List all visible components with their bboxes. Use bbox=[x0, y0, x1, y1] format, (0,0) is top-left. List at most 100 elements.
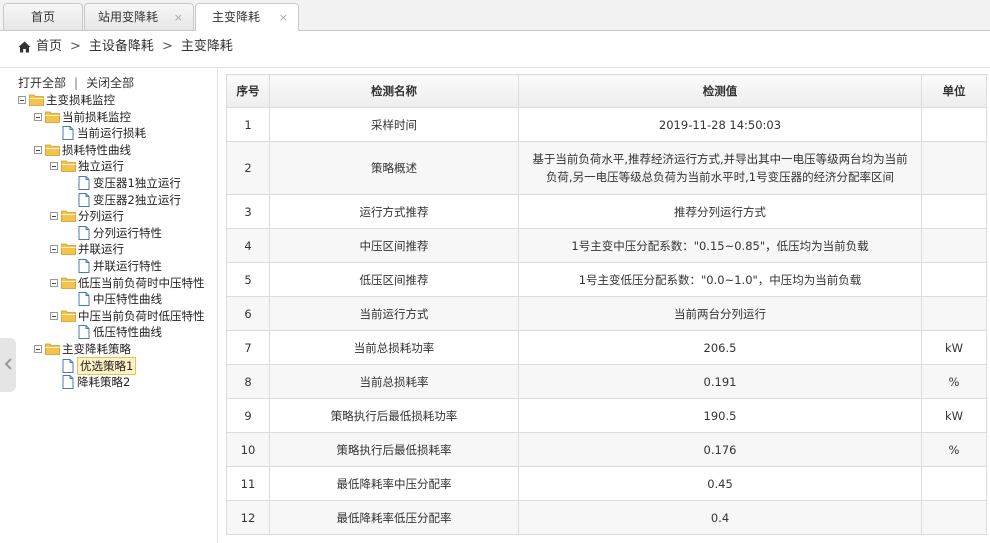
cell-value: 基于当前负荷水平,推荐经济运行方式,并导出其中一电压等级两台均为当前负荷,另一电… bbox=[518, 141, 922, 195]
collapse-toggle-icon[interactable] bbox=[50, 212, 58, 221]
tree-node-label: 损耗特性曲线 bbox=[62, 142, 131, 157]
divider: | bbox=[74, 76, 79, 90]
cell-no: 3 bbox=[226, 194, 270, 229]
home-icon[interactable] bbox=[18, 31, 32, 63]
breadcrumb-main-equipment[interactable]: 主设备降耗 bbox=[89, 39, 154, 54]
cell-no: 12 bbox=[226, 500, 270, 535]
cell-unit: % bbox=[921, 364, 987, 399]
cell-no: 9 bbox=[226, 398, 270, 433]
table-row: 8 当前总损耗率 0.191% bbox=[226, 364, 987, 399]
file-icon bbox=[62, 375, 77, 390]
cell-name: 中压区间推荐 bbox=[269, 228, 519, 263]
cell-unit bbox=[921, 466, 987, 501]
collapse-toggle-icon[interactable] bbox=[34, 345, 42, 353]
cell-value: 0.176 bbox=[518, 432, 922, 467]
folder-icon bbox=[45, 110, 60, 123]
file-icon bbox=[78, 192, 93, 207]
tab-station-transformer[interactable]: 站用变降耗 × bbox=[84, 3, 194, 30]
header-no: 序号 bbox=[226, 74, 270, 108]
collapse-toggle-icon[interactable] bbox=[34, 112, 42, 121]
close-icon[interactable]: × bbox=[279, 4, 288, 31]
cell-value: 0.4 bbox=[518, 500, 922, 535]
close-icon[interactable]: × bbox=[174, 4, 183, 31]
tree-node-label: 分列运行特性 bbox=[93, 225, 162, 240]
breadcrumb-current: 主变降耗 bbox=[180, 39, 233, 54]
collapse-toggle-icon[interactable] bbox=[18, 96, 26, 104]
breadcrumb: 首页 > 主设备降耗 > 主变降耗 bbox=[0, 31, 990, 68]
cell-no: 2 bbox=[226, 141, 270, 195]
cell-unit bbox=[921, 262, 987, 297]
cell-no: 11 bbox=[226, 466, 270, 501]
tab-home[interactable]: 首页 bbox=[3, 3, 83, 30]
cell-unit bbox=[921, 141, 987, 195]
table-row: 3 运行方式推荐 推荐分列运行方式 bbox=[226, 194, 987, 229]
folder-icon bbox=[29, 93, 44, 106]
cell-unit: kW bbox=[921, 398, 987, 433]
folder-icon bbox=[61, 209, 76, 223]
tree-node-label: 降耗策略2 bbox=[77, 375, 131, 390]
cell-value: 1号主变中压分配系数："0.15~0.85"，低压均为当前负载 bbox=[518, 228, 922, 263]
breadcrumb-separator: > bbox=[161, 39, 173, 54]
tree-node-label: 主变降耗策略 bbox=[62, 342, 131, 356]
cell-name: 运行方式推荐 bbox=[269, 194, 519, 229]
folder-icon bbox=[61, 159, 76, 173]
collapse-toggle-icon[interactable] bbox=[50, 245, 58, 254]
table-row: 4 中压区间推荐 1号主变中压分配系数："0.15~0.85"，低压均为当前负载 bbox=[226, 228, 987, 263]
cell-no: 8 bbox=[226, 364, 270, 399]
tree-node-label: 低压当前负荷时中压特性 bbox=[78, 275, 205, 290]
cell-no: 6 bbox=[226, 296, 270, 331]
cell-value: 2019-11-28 14:50:03 bbox=[518, 107, 922, 142]
tree-node-label: 低压特性曲线 bbox=[93, 325, 162, 340]
tab-label: 站用变降耗 bbox=[97, 10, 158, 24]
open-all-link[interactable]: 打开全部 bbox=[18, 76, 66, 90]
table-row: 2 策略概述 基于当前负荷水平,推荐经济运行方式,并导出其中一电压等级两台均为当前负… bbox=[226, 141, 987, 195]
file-icon bbox=[78, 225, 93, 240]
file-icon bbox=[78, 292, 93, 307]
collapse-panel-handle[interactable] bbox=[0, 338, 16, 392]
cell-name: 采样时间 bbox=[269, 107, 519, 142]
file-icon bbox=[62, 126, 77, 141]
cell-value: 当前两台分列运行 bbox=[518, 296, 922, 331]
cell-unit bbox=[921, 228, 987, 263]
close-all-link[interactable]: 关闭全部 bbox=[86, 76, 134, 90]
chevron-left-icon bbox=[4, 358, 12, 370]
table-row: 12 最低降耗率低压分配率 0.4 bbox=[226, 500, 987, 535]
tab-main-transformer[interactable]: 主变降耗 × bbox=[195, 3, 299, 31]
tree-node-label: 变压器1独立运行 bbox=[93, 176, 181, 190]
cell-value: 0.191 bbox=[518, 364, 922, 399]
cell-name: 当前总损耗率 bbox=[269, 364, 519, 399]
table-row: 9 策略执行后最低损耗功率 190.5 kW bbox=[226, 398, 987, 433]
folder-icon bbox=[61, 276, 76, 289]
collapse-toggle-icon[interactable] bbox=[34, 145, 42, 154]
tree-node-label: 优选策略1 bbox=[77, 356, 137, 375]
cell-unit bbox=[921, 296, 987, 331]
table-row: 11 最低降耗率中压分配率 0.45 bbox=[226, 466, 987, 501]
header-value: 检测值 bbox=[518, 74, 922, 108]
collapse-toggle-icon[interactable] bbox=[50, 278, 58, 287]
folder-icon bbox=[61, 242, 76, 256]
cell-value: 推荐分列运行方式 bbox=[518, 194, 922, 229]
cell-no: 4 bbox=[226, 228, 270, 263]
cell-no: 5 bbox=[226, 262, 270, 297]
tree-panel: 打开全部 | 关闭全部 主变损耗监控 当前损耗监控 当前运行损耗 损耗特性曲线 独立运行 变压… bbox=[0, 68, 218, 543]
file-icon bbox=[78, 325, 93, 340]
table-row: 1 采样时间 2019-11-28 14:50:03 bbox=[226, 107, 987, 142]
cell-value: 190.5 bbox=[518, 398, 922, 433]
tree-node-label: 当前运行损耗 bbox=[77, 126, 146, 141]
tree-node-label: 分列运行 bbox=[78, 209, 124, 224]
cell-name: 低压区间推荐 bbox=[269, 262, 519, 297]
table-row: 5 低压区间推荐 1号主变低压分配系数："0.0~1.0"，中压均为当前负载 bbox=[226, 262, 987, 297]
breadcrumb-separator: > bbox=[70, 39, 81, 54]
breadcrumb-home[interactable]: 首页 bbox=[36, 39, 62, 54]
tab-label: 主变降耗 bbox=[211, 10, 260, 24]
collapse-toggle-icon[interactable] bbox=[50, 162, 58, 171]
header-unit: 单位 bbox=[921, 74, 987, 108]
tree-node-label: 主变损耗监控 bbox=[46, 93, 115, 107]
cell-no: 7 bbox=[226, 330, 270, 365]
cell-value: 1号主变低压分配系数："0.0~1.0"，中压均为当前负载 bbox=[518, 262, 922, 297]
cell-value: 206.5 bbox=[518, 330, 922, 365]
collapse-toggle-icon[interactable] bbox=[50, 311, 58, 320]
cell-name: 策略概述 bbox=[269, 141, 519, 195]
metrics-table: 序号 检测名称 检测值 单位 1 采样时间 2019-11-28 14:50:03 2… bbox=[226, 74, 987, 535]
tree-node-label: 并联运行 bbox=[78, 242, 124, 257]
